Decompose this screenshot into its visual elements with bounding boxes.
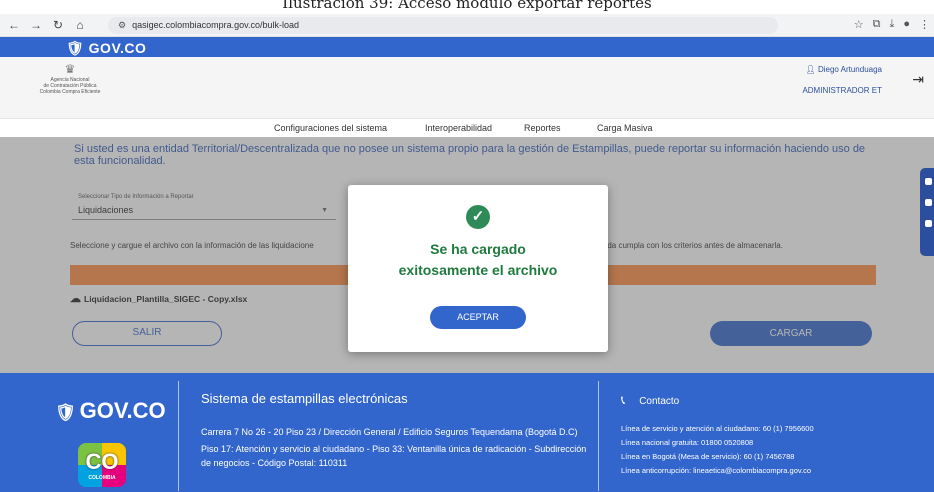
coat-of-arms-icon: ♛ (64, 62, 76, 76)
accept-button[interactable]: ACEPTAR (430, 306, 526, 329)
site-settings-icon[interactable]: ⚙ (118, 20, 126, 30)
user-info[interactable]: 👤︎ Diego Artunduaga ADMINISTRADOR ET (802, 65, 882, 95)
side-accessibility-tab[interactable] (920, 168, 934, 256)
site-header: ♛ Agencia Nacional de Contratación Públi… (0, 57, 934, 119)
download-icon[interactable]: ⤓ (889, 18, 894, 31)
gov-top-bar: 🛡︎ GOV.CO (0, 37, 934, 57)
check-circle-icon: ✓ (466, 205, 490, 229)
nav-item-interop[interactable]: Interoperabilidad (425, 123, 492, 133)
site-footer: 🛡︎ GOV.CO CO COLOMBIA Sistema de estampil… (0, 373, 934, 492)
logout-icon[interactable]: ⇥ (912, 71, 924, 88)
nav-item-reports[interactable]: Reportes (524, 123, 561, 133)
user-icon: 👤︎ (805, 65, 816, 74)
footer-divider (598, 381, 599, 491)
shield-icon: 🛡︎ (55, 403, 77, 422)
text-size-down-icon[interactable] (925, 220, 932, 227)
footer-contact-title: 📞︎ Contacto (621, 393, 680, 407)
success-dialog: ✓ Se ha cargado exitosamente el archivo A… (348, 185, 608, 352)
forward-icon[interactable]: → (28, 18, 44, 32)
colombia-brand-logo: CO COLOMBIA (78, 443, 126, 487)
footer-address: Carrera 7 No 26 - 20 Piso 23 / Dirección… (201, 427, 587, 468)
footer-gov-logo[interactable]: 🛡︎ GOV.CO (55, 398, 166, 424)
extensions-icon[interactable]: ⧉ (873, 18, 881, 31)
agency-logo[interactable]: ♛ Agencia Nacional de Contratación Públi… (20, 62, 120, 95)
success-message: Se ha cargado exitosamente el archivo (398, 241, 558, 278)
browser-toolbar: ← → ↻ ⌂ ⚙ qasigec.colombiacompra.gov.co/b… (0, 14, 934, 37)
figure-caption: Ilustración 39: Acceso módulo exportar r… (282, 0, 652, 12)
footer-contact-lines: Línea de servicio y atención al ciudadan… (621, 424, 814, 475)
footer-divider (178, 381, 179, 491)
profile-icon[interactable]: ● (903, 18, 910, 31)
reload-icon[interactable]: ↻ (50, 18, 66, 32)
footer-title: Sistema de estampillas electrónicas (201, 391, 408, 406)
user-role: ADMINISTRADOR ET (802, 86, 882, 95)
nav-item-bulk-load[interactable]: Carga Masiva (597, 123, 653, 133)
user-name: Diego Artunduaga (817, 65, 882, 74)
gov-logo[interactable]: 🛡︎ GOV.CO (66, 40, 146, 57)
url-text: qasigec.colombiacompra.gov.co/bulk-load (132, 20, 299, 30)
back-icon[interactable]: ← (6, 18, 22, 32)
main-nav: Configuraciones del sistema Interoperabi… (0, 119, 934, 137)
menu-icon[interactable]: ⋮ (919, 18, 930, 31)
nav-item-config[interactable]: Configuraciones del sistema (274, 123, 387, 133)
phone-icon: 📞︎ (621, 393, 626, 407)
contrast-icon[interactable] (925, 178, 932, 185)
address-bar[interactable]: ⚙ qasigec.colombiacompra.gov.co/bulk-load (108, 17, 778, 34)
text-size-icon[interactable] (925, 199, 932, 206)
home-icon[interactable]: ⌂ (72, 18, 88, 32)
bookmark-star-icon[interactable]: ☆ (854, 18, 864, 31)
